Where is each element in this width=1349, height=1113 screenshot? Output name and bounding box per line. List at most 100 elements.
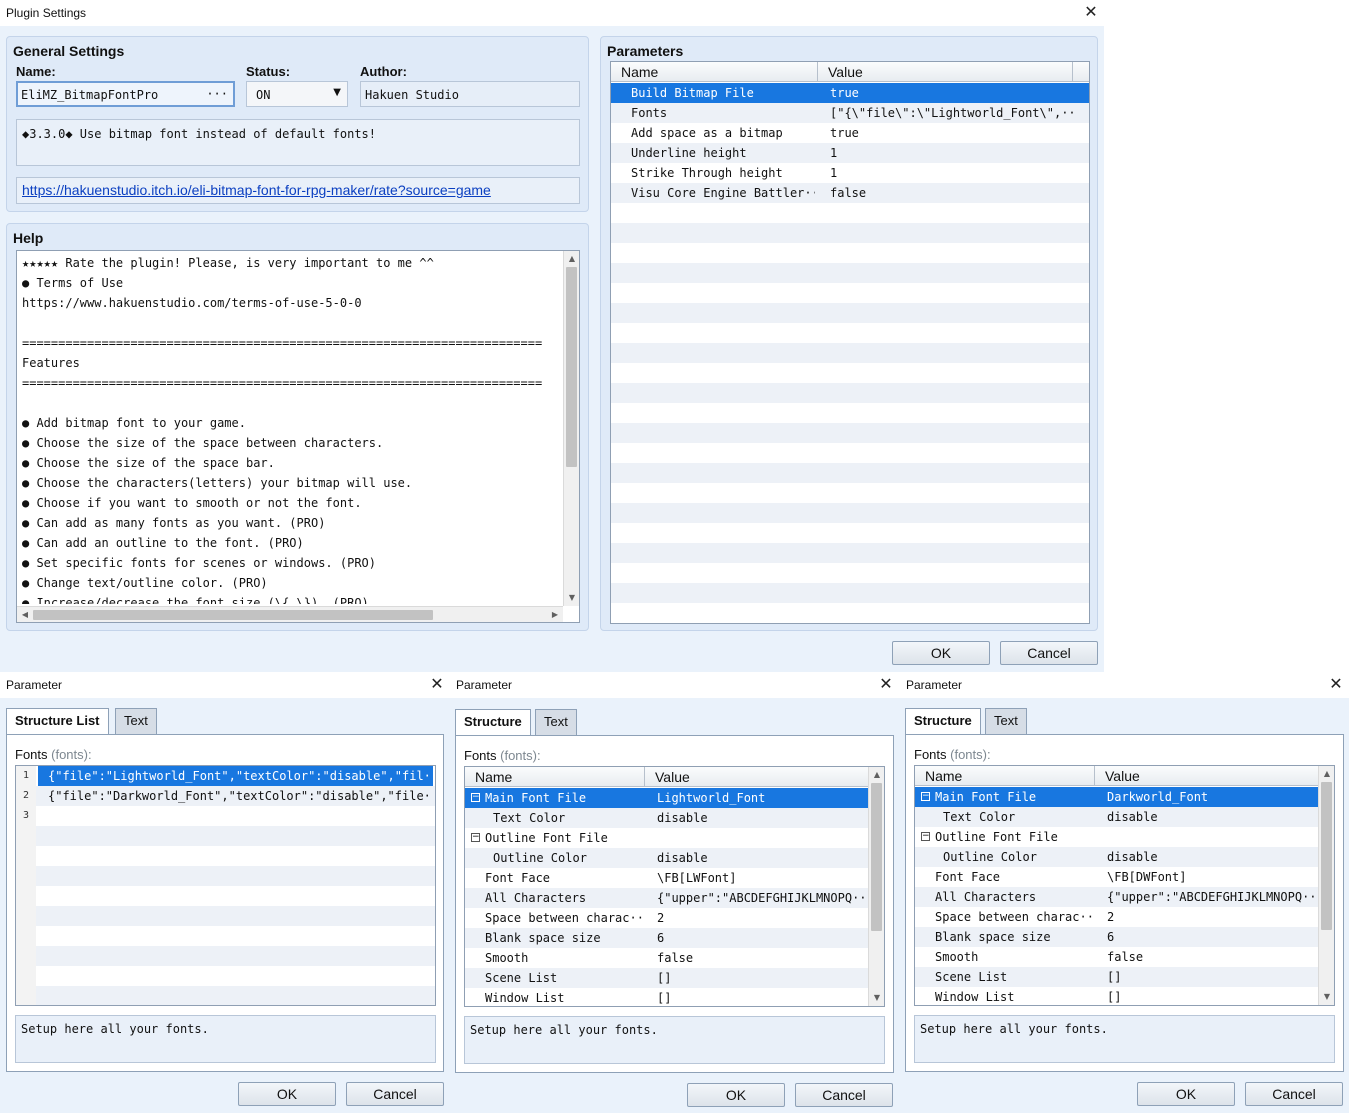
help-line: ● Increase/decrease the font size (\{ \}… (22, 596, 369, 604)
tab-text[interactable]: Text (535, 709, 577, 735)
tree-row-value: disable (1107, 850, 1158, 864)
tree-row[interactable]: All Characters {"upper":"ABCDEFGHIJKLMNOP… (915, 887, 1318, 907)
line-number (16, 826, 36, 846)
help-horizontal-scrollbar[interactable]: ◀ ▶ (17, 606, 563, 622)
tree-row[interactable]: Smooth false (915, 947, 1318, 967)
collapse-icon[interactable]: − (921, 792, 930, 801)
tree-row-name: Outline Color (943, 850, 1037, 864)
close-icon[interactable]: ✕ (1326, 674, 1346, 694)
tree-row[interactable]: Text Color disable (915, 807, 1318, 827)
close-icon[interactable]: ✕ (1081, 2, 1101, 22)
structure-table: Name Value − Main Font File Darkworld_Font… (914, 765, 1335, 1006)
ok-button[interactable]: OK (687, 1083, 785, 1107)
parameter-row (611, 463, 1089, 483)
plugin-url-link[interactable]: https://hakuenstudio.itch.io/eli-bitmap-… (22, 182, 491, 198)
tab-structure[interactable]: Structure (905, 708, 981, 735)
help-line: ● Choose the size of the space bar. (22, 456, 275, 470)
scroll-thumb[interactable] (566, 267, 577, 467)
help-vertical-scrollbar[interactable]: ▲ ▼ (563, 251, 579, 606)
tree-row[interactable]: − Outline Font File (465, 828, 868, 848)
parameter-row[interactable]: Visu Core Engine Battler··· false (611, 183, 1089, 203)
fonts-field-label: Fonts (fonts): (15, 747, 92, 762)
scroll-up-icon[interactable]: ▲ (564, 251, 579, 267)
status-select[interactable]: ON ▼ (246, 81, 348, 107)
structure-list[interactable]: 1 {"file":"Lightworld_Font","textColor":"… (15, 765, 436, 1006)
scroll-down-icon[interactable]: ▼ (869, 990, 884, 1006)
cancel-button[interactable]: Cancel (1000, 641, 1098, 665)
list-item[interactable]: 2 {"file":"Darkworld_Font","textColor":"d… (16, 786, 435, 806)
close-icon[interactable]: ✕ (876, 674, 896, 694)
parameter-row[interactable]: Underline height 1 (611, 143, 1089, 163)
column-name-header[interactable]: Name (611, 62, 818, 82)
column-name-header[interactable]: Name (915, 766, 1095, 786)
parameter-row (611, 203, 1089, 223)
tree-row[interactable]: − Outline Font File (915, 827, 1318, 847)
list-item[interactable]: 1 {"file":"Lightworld_Font","textColor":"… (16, 766, 435, 786)
column-value-header[interactable]: Value (1095, 766, 1319, 786)
scroll-right-icon[interactable]: ▶ (547, 607, 563, 622)
column-value-header[interactable]: Value (645, 767, 869, 787)
cancel-button[interactable]: Cancel (1245, 1082, 1343, 1106)
column-value-header[interactable]: Value (818, 62, 1073, 82)
parameter-row (611, 283, 1089, 303)
structure-vertical-scrollbar[interactable]: ▲ ▼ (868, 767, 884, 1006)
tree-row-value: [] (1107, 970, 1122, 984)
tree-row[interactable]: Outline Color disable (465, 848, 868, 868)
scroll-thumb[interactable] (33, 610, 433, 620)
parameter-row (611, 303, 1089, 323)
tree-row[interactable]: Scene List [] (915, 967, 1318, 987)
tab-text[interactable]: Text (985, 708, 1027, 734)
help-line: ● Choose the size of the space between c… (22, 436, 384, 450)
collapse-icon[interactable]: − (471, 793, 480, 802)
tree-row[interactable]: Space between charac··· 2 (915, 907, 1318, 927)
tree-row[interactable]: Blank space size 6 (465, 928, 868, 948)
tree-row[interactable]: Smooth false (465, 948, 868, 968)
tree-row[interactable]: Font Face \FB[LWFont] (465, 868, 868, 888)
line-number (16, 886, 36, 906)
help-text-area[interactable]: ★★★★★ Rate the plugin! Please, is very i… (16, 250, 580, 623)
collapse-icon[interactable]: − (921, 832, 930, 841)
ok-button[interactable]: OK (238, 1082, 336, 1106)
parameter-row[interactable]: Build Bitmap File true (611, 83, 1089, 103)
tab-structure[interactable]: Structure (455, 709, 531, 736)
scroll-thumb[interactable] (871, 783, 882, 931)
tree-row[interactable]: Scene List [] (465, 968, 868, 988)
tree-row[interactable]: All Characters {"upper":"ABCDEFGHIJKLMNOP… (465, 888, 868, 908)
column-name-header[interactable]: Name (465, 767, 645, 787)
browse-button[interactable]: ··· (206, 87, 228, 101)
close-icon[interactable]: ✕ (427, 674, 447, 694)
tab-structure-list[interactable]: Structure List (6, 708, 109, 735)
tree-row-value: 6 (1107, 930, 1115, 944)
tree-row[interactable]: Text Color disable (465, 808, 868, 828)
plugin-name-field[interactable]: EliMZ_BitmapFontPro ··· (16, 81, 235, 107)
collapse-icon[interactable]: − (471, 833, 480, 842)
scroll-thumb[interactable] (1321, 782, 1332, 930)
tree-row[interactable]: Space between charac··· 2 (465, 908, 868, 928)
ok-button[interactable]: OK (1137, 1082, 1235, 1106)
tree-row[interactable]: Blank space size 6 (915, 927, 1318, 947)
list-item[interactable]: 3 (16, 806, 435, 826)
scroll-up-icon[interactable]: ▲ (1319, 766, 1334, 782)
parameter-row (611, 343, 1089, 363)
tree-row[interactable]: − Main Font File Lightworld_Font (465, 788, 868, 808)
cancel-button[interactable]: Cancel (346, 1082, 444, 1106)
structure-tree-rows: − Main Font File Lightworld_Font Text Color… (465, 788, 868, 1006)
tab-text[interactable]: Text (115, 708, 157, 734)
parameter-row[interactable]: Fonts ["{\"file\":\"Lightworld_Font\",··· (611, 103, 1089, 123)
tree-row[interactable]: Window List [] (465, 988, 868, 1006)
cancel-button[interactable]: Cancel (795, 1083, 893, 1107)
structure-vertical-scrollbar[interactable]: ▲ ▼ (1318, 766, 1334, 1005)
tree-row[interactable]: Window List [] (915, 987, 1318, 1005)
scroll-left-icon[interactable]: ◀ (17, 607, 33, 622)
tree-row[interactable]: − Main Font File Darkworld_Font (915, 787, 1318, 807)
scroll-up-icon[interactable]: ▲ (869, 767, 884, 783)
scroll-down-icon[interactable]: ▼ (1319, 989, 1334, 1005)
tree-row[interactable]: Font Face \FB[DWFont] (915, 867, 1318, 887)
ok-button[interactable]: OK (892, 641, 990, 665)
parameters-title: Parameters (607, 43, 684, 59)
tree-row[interactable]: Outline Color disable (915, 847, 1318, 867)
parameter-row[interactable]: Strike Through height 1 (611, 163, 1089, 183)
scroll-down-icon[interactable]: ▼ (564, 590, 579, 606)
tree-row-value: 2 (1107, 910, 1115, 924)
parameter-row[interactable]: Add space as a bitmap true (611, 123, 1089, 143)
